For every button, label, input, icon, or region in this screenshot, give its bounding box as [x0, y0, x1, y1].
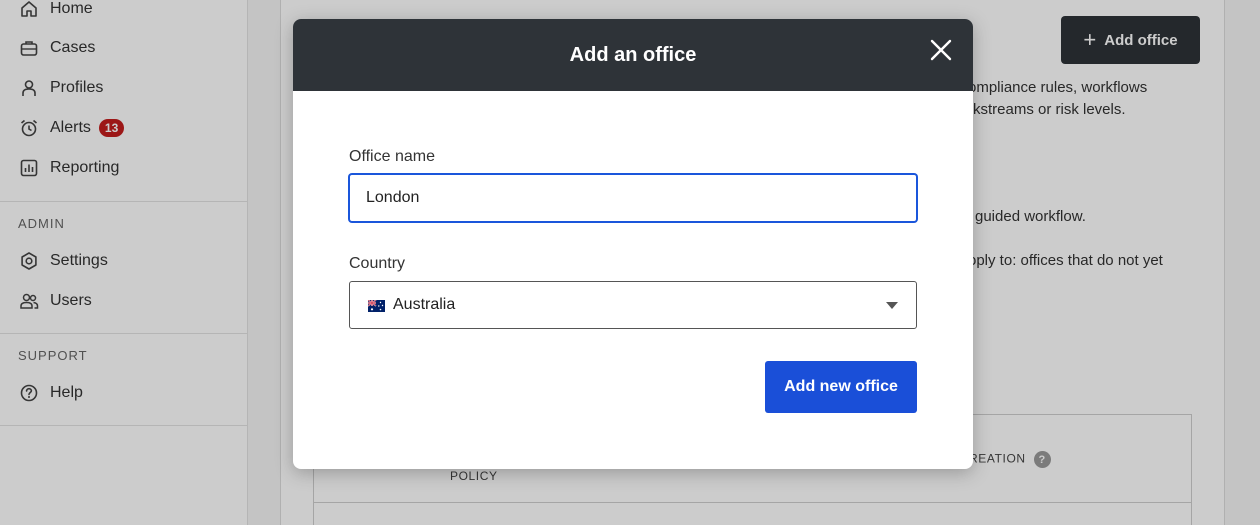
chevron-down-icon	[886, 302, 898, 309]
add-office-dialog: Add an office Office name Country	[293, 19, 973, 469]
add-new-office-button[interactable]: Add new office	[765, 361, 917, 413]
country-select[interactable]: Australia	[349, 281, 917, 329]
country-select-value: Australia	[393, 296, 456, 313]
dialog-header: Add an office	[293, 19, 973, 91]
australia-flag-icon	[367, 299, 385, 312]
close-icon	[930, 39, 952, 66]
office-name-label: Office name	[349, 148, 435, 165]
office-name-input[interactable]	[349, 174, 917, 222]
country-label: Country	[349, 255, 406, 272]
dialog-title: Add an office	[569, 43, 697, 66]
close-button[interactable]	[925, 36, 957, 68]
